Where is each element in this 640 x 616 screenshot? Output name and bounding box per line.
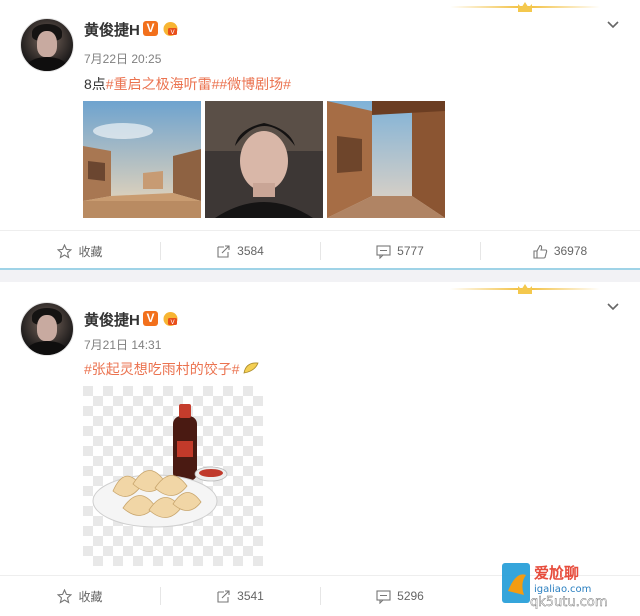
like-count: 36978 xyxy=(553,244,588,258)
feed-divider xyxy=(0,268,640,282)
favorite-button[interactable]: 收藏 xyxy=(0,576,160,616)
comment-count: 5296 xyxy=(397,589,424,603)
decor-line xyxy=(450,2,600,12)
topic-link[interactable]: #重启之极海听雷# xyxy=(106,76,220,92)
repost-count: 3584 xyxy=(237,244,264,258)
comment-button[interactable]: 5777 xyxy=(320,231,480,271)
repost-count: 3541 xyxy=(237,589,264,603)
vip-icon: V xyxy=(163,312,178,326)
content-text: 8点 xyxy=(84,76,106,92)
repost-button[interactable]: 3541 xyxy=(160,576,320,616)
watermark-site-bottom: qk5utu.com xyxy=(530,595,608,609)
post-content: #张起灵想吃雨村的饺子# xyxy=(84,359,260,379)
watermark-site-top: igaliao.com xyxy=(534,584,591,595)
avatar[interactable] xyxy=(20,302,74,356)
favorite-button[interactable]: 收藏 xyxy=(0,231,160,271)
site-watermark: 爱尬聊 igaliao.com qk5utu.com xyxy=(502,563,608,609)
like-button[interactable]: 36978 xyxy=(480,231,640,271)
comment-icon xyxy=(376,244,391,259)
favorite-label: 收藏 xyxy=(78,244,103,259)
chevron-down-icon[interactable] xyxy=(606,18,620,32)
thumbs-up-icon xyxy=(533,244,548,259)
dumpling-emoji-icon xyxy=(243,362,260,374)
chevron-down-icon[interactable] xyxy=(606,300,620,314)
vip-icon: V xyxy=(163,22,178,36)
crown-icon xyxy=(518,2,532,12)
author-name[interactable]: 黄俊捷H xyxy=(84,309,140,330)
action-bar: 收藏 3584 5777 36978 xyxy=(0,230,640,271)
comment-button[interactable]: 5296 xyxy=(320,576,480,616)
post-content: 8点#重启之极海听雷##微博剧场# xyxy=(84,74,291,94)
favorite-label: 收藏 xyxy=(78,589,103,604)
repost-icon xyxy=(217,589,230,603)
post-time: 7月22日 20:25 xyxy=(84,52,162,66)
author-name[interactable]: 黄俊捷H xyxy=(84,19,140,40)
comment-icon xyxy=(376,589,391,604)
repost-icon xyxy=(217,244,230,258)
star-icon xyxy=(57,243,73,259)
post-image-dumplings[interactable] xyxy=(83,386,263,566)
post-time: 7月21日 14:31 xyxy=(84,338,162,352)
crown-icon xyxy=(518,284,532,294)
post-image-desert-town[interactable] xyxy=(83,101,201,218)
weibo-post-1: 黄俊捷H V V 7月22日 20:25 8点#重启之极海听雷##微博剧场# 收… xyxy=(0,0,640,268)
post-image-alley-ruins[interactable] xyxy=(327,101,445,218)
repost-button[interactable]: 3584 xyxy=(160,231,320,271)
star-icon xyxy=(57,588,73,604)
post-image-selfie[interactable] xyxy=(205,101,323,218)
verified-badge: V xyxy=(143,21,158,36)
avatar[interactable] xyxy=(20,18,74,72)
verified-badge: V xyxy=(143,311,158,326)
watermark-brand: 爱尬聊 xyxy=(534,564,579,582)
topic-link[interactable]: #微博剧场# xyxy=(219,76,291,92)
decor-line xyxy=(450,284,600,294)
topic-link[interactable]: #张起灵想吃雨村的饺子# xyxy=(84,361,240,377)
comment-count: 5777 xyxy=(397,244,424,258)
